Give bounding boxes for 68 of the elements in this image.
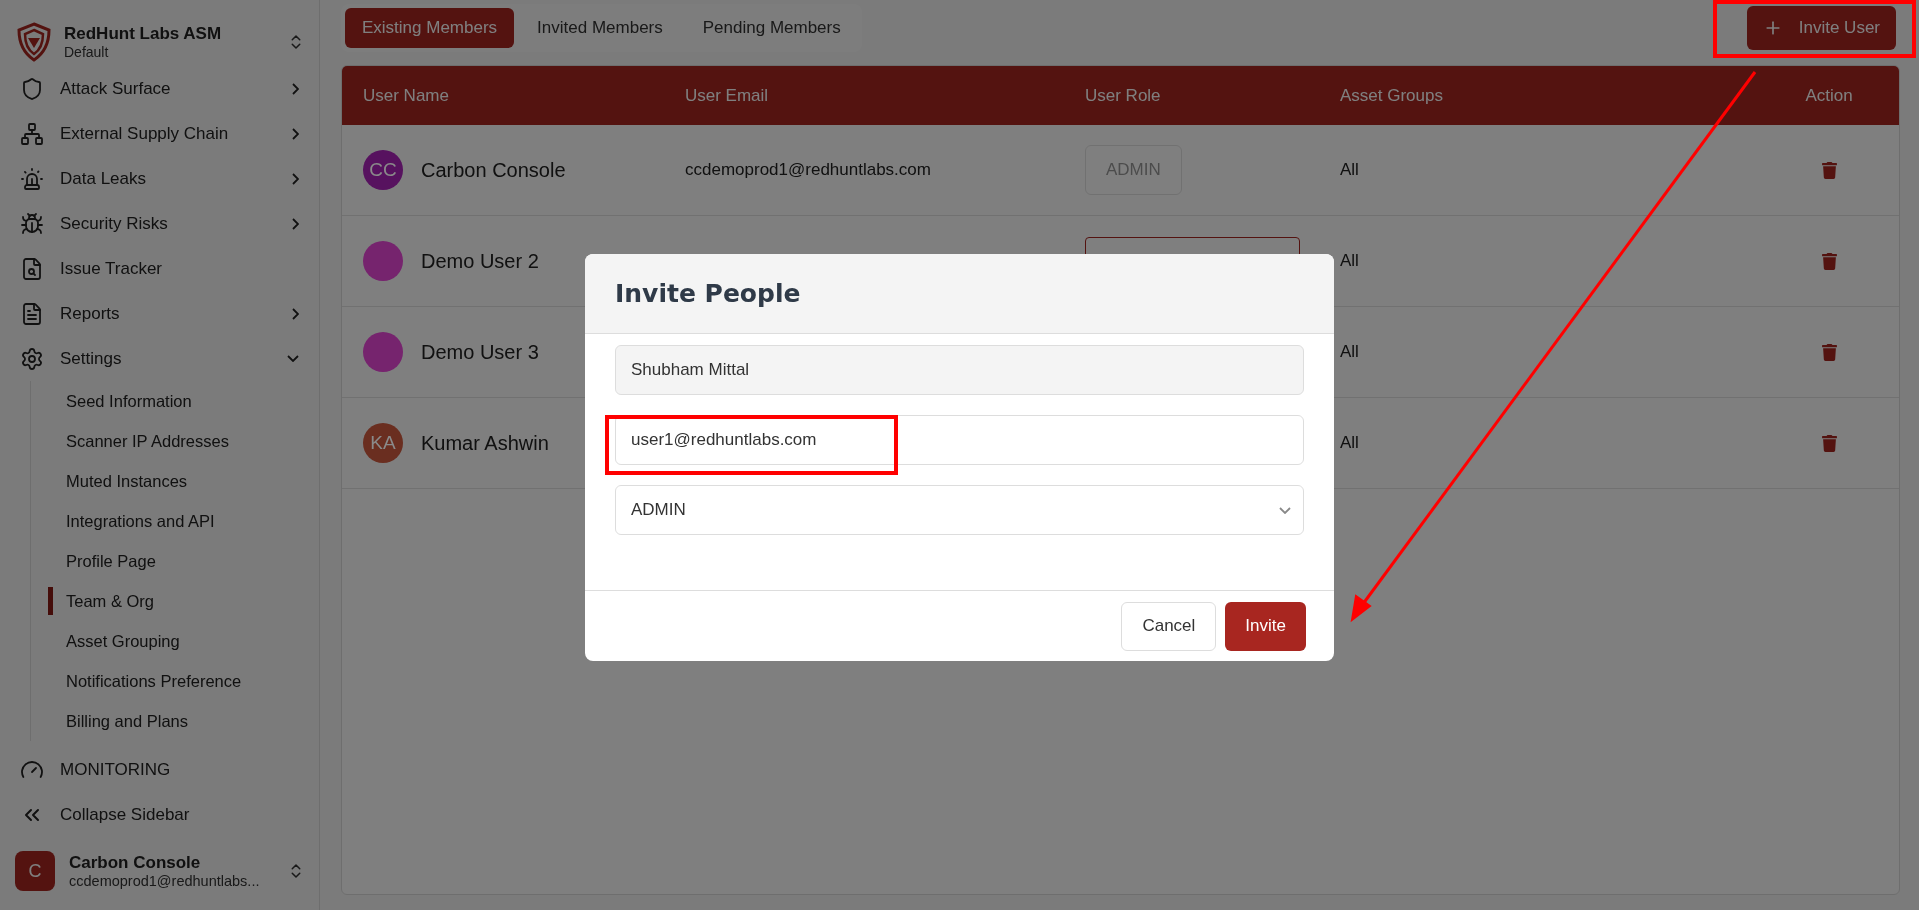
table-cell-text: All — [1339, 342, 1360, 362]
nav-item[interactable]: External Supply Chain — [0, 111, 319, 156]
table-cell: Demo User 2 — [421, 249, 539, 273]
column-header: User Email — [684, 85, 770, 106]
sub-nav-item[interactable]: Scanner IP Addresses — [31, 421, 319, 461]
dialog-title: Invite People — [615, 279, 801, 308]
cancel-button[interactable]: Cancel — [1121, 601, 1217, 651]
nav-item[interactable]: Settings — [0, 336, 319, 381]
table-cell-text: All — [1339, 251, 1360, 271]
invite-user-button[interactable]: Invite User — [1746, 6, 1896, 50]
table-cell: Kumar Ashwin — [421, 431, 549, 455]
chevron-down-icon — [287, 355, 299, 362]
sub-nav-item[interactable]: Profile Page — [31, 541, 319, 581]
email-field[interactable]: user1@redhuntlabs.com — [615, 415, 1304, 465]
user-avatar: CC — [363, 150, 403, 190]
table-cell: Demo User 3 — [421, 340, 539, 364]
chevron-right-icon — [292, 172, 299, 185]
column-header: Action — [1805, 85, 1853, 106]
column-header: User Name — [362, 85, 450, 106]
user-email: ccdemoprod1@redhuntlabs... — [69, 873, 261, 889]
tab[interactable]: Existing Members — [345, 8, 515, 48]
trash-icon[interactable] — [1820, 343, 1838, 361]
collapse-sidebar-button[interactable]: Collapse Sidebar — [0, 792, 319, 837]
nav-icon — [20, 166, 44, 191]
nav-item[interactable]: Data Leaks — [0, 156, 319, 201]
nav-item[interactable]: MONITORING — [0, 747, 319, 792]
chevron-down-icon — [1279, 506, 1291, 514]
role-select[interactable]: ADMIN — [615, 485, 1304, 535]
chevron-right-icon — [292, 127, 299, 140]
sub-nav-item[interactable]: Billing and Plans — [31, 701, 319, 741]
name-field[interactable]: Shubham Mittal — [615, 345, 1304, 395]
trash-icon[interactable] — [1820, 252, 1838, 270]
user-avatar: KA — [363, 423, 403, 463]
sub-nav-item[interactable]: Muted Instances — [31, 461, 319, 501]
org-subtitle: Default — [64, 44, 110, 60]
chevron-right-icon — [292, 82, 299, 95]
nav-icon — [20, 211, 44, 236]
user-name: Carbon Console — [69, 853, 202, 873]
nav-icon — [20, 301, 44, 326]
trash-icon[interactable] — [1820, 161, 1838, 179]
org-title: RedHunt Labs ASM — [64, 24, 223, 44]
sub-nav-item[interactable]: Team & Org — [31, 581, 319, 621]
nav-icon — [20, 346, 44, 371]
shield-logo-icon — [16, 22, 52, 62]
table-cell-text: ccdemoprod1@redhuntlabs.com — [684, 160, 932, 180]
column-header: Asset Groups — [1339, 85, 1444, 106]
nav-icon — [20, 256, 44, 281]
nav-item[interactable]: Attack Surface — [0, 66, 319, 111]
chevron-right-icon — [292, 307, 299, 320]
sub-nav-item[interactable]: Seed Information — [31, 381, 319, 421]
sub-nav-item[interactable]: Notifications Preference — [31, 661, 319, 701]
column-header: User Role — [1084, 85, 1162, 106]
table-cell: Carbon Console — [421, 158, 566, 182]
table-cell-text: All — [1339, 433, 1360, 453]
trash-icon[interactable] — [1820, 434, 1838, 452]
nav-item[interactable]: Reports — [0, 291, 319, 336]
sub-nav-item[interactable]: Integrations and API — [31, 501, 319, 541]
nav-icon — [20, 76, 44, 101]
user-avatar: C — [15, 851, 55, 891]
tab[interactable]: Pending Members — [685, 8, 858, 48]
chevron-right-icon — [292, 217, 299, 230]
nav-item[interactable]: Issue Tracker — [0, 246, 319, 291]
sub-nav-item[interactable]: Asset Grouping — [31, 621, 319, 661]
nav-item[interactable]: Security Risks — [0, 201, 319, 246]
table-cell-text: All — [1339, 160, 1360, 180]
invite-button[interactable]: Invite — [1225, 601, 1306, 651]
tab[interactable]: Invited Members — [520, 8, 680, 48]
nav-icon — [20, 121, 44, 146]
